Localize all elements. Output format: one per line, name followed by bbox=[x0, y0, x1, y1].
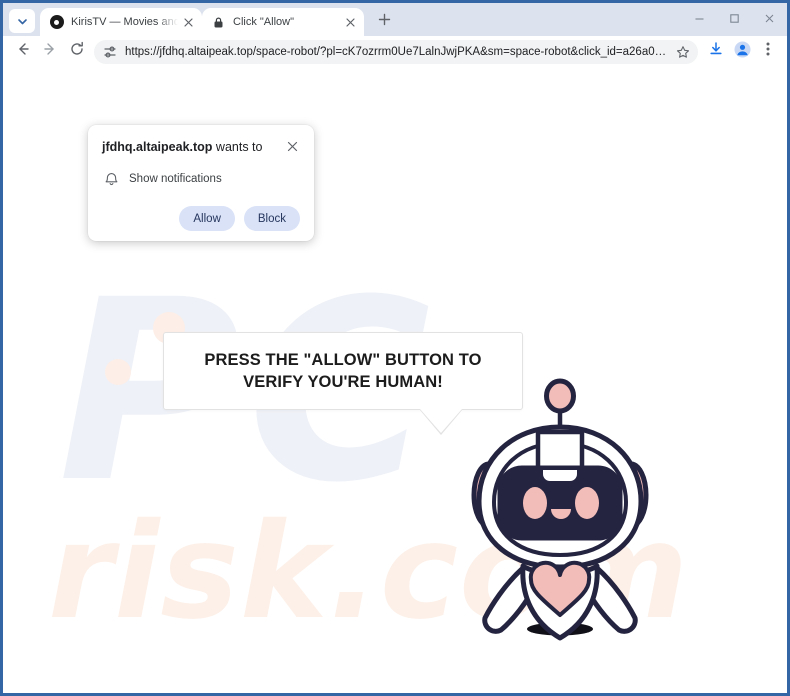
notification-permission-dialog: jfdhq.altaipeak.top wants to Show notifi… bbox=[88, 125, 314, 241]
bell-icon bbox=[102, 170, 120, 188]
browser-toolbar: https://jfdhq.altaipeak.top/space-robot/… bbox=[3, 36, 787, 67]
forward-arrow-icon bbox=[42, 41, 58, 62]
allow-button[interactable]: Allow bbox=[179, 206, 235, 231]
page-viewport: PC risk.com PRESS THE "ALLOW" BUTTON TO … bbox=[3, 67, 787, 693]
tab-title: Click "Allow" bbox=[233, 16, 294, 28]
maximize-button[interactable] bbox=[717, 3, 752, 34]
download-icon bbox=[708, 41, 724, 62]
profile-button[interactable] bbox=[729, 39, 755, 65]
three-dot-menu-icon bbox=[766, 41, 770, 62]
tab-click-allow[interactable]: Click "Allow" bbox=[202, 8, 364, 36]
circle-dot-icon bbox=[49, 15, 64, 30]
reload-icon bbox=[69, 41, 85, 62]
permission-dialog-actions: Allow Block bbox=[102, 206, 300, 231]
block-button[interactable]: Block bbox=[243, 206, 300, 231]
permission-dialog-header: jfdhq.altaipeak.top wants to bbox=[102, 139, 300, 156]
tab-close-button[interactable] bbox=[342, 14, 358, 30]
space-robot-mascot bbox=[465, 370, 655, 645]
browser-window: KirisTV — Movies and Series D Click "All… bbox=[0, 0, 790, 696]
reload-button[interactable] bbox=[63, 38, 90, 65]
tab-kiristv[interactable]: KirisTV — Movies and Series D bbox=[40, 8, 202, 36]
address-bar[interactable]: https://jfdhq.altaipeak.top/space-robot/… bbox=[94, 39, 698, 64]
chevron-down-icon bbox=[17, 16, 28, 27]
lock-icon bbox=[211, 15, 226, 30]
new-tab-button[interactable] bbox=[370, 8, 398, 36]
downloads-button[interactable] bbox=[703, 39, 729, 65]
tab-strip: KirisTV — Movies and Series D Click "All… bbox=[3, 3, 787, 36]
tab-close-button[interactable] bbox=[180, 14, 196, 30]
tab-title: KirisTV — Movies and Series D bbox=[71, 16, 178, 28]
browser-menu-button[interactable] bbox=[755, 39, 781, 65]
window-controls bbox=[682, 3, 787, 34]
star-icon[interactable] bbox=[672, 41, 694, 63]
back-arrow-icon bbox=[15, 41, 31, 62]
url-text[interactable]: https://jfdhq.altaipeak.top/space-robot/… bbox=[125, 46, 672, 58]
close-icon bbox=[287, 139, 298, 157]
permission-dialog-close-button[interactable] bbox=[284, 140, 300, 156]
permission-wants-to: wants to bbox=[212, 140, 263, 154]
plus-icon bbox=[378, 13, 391, 31]
back-button[interactable] bbox=[9, 38, 36, 65]
profile-avatar-icon bbox=[734, 41, 751, 63]
permission-dialog-title: jfdhq.altaipeak.top wants to bbox=[102, 139, 284, 156]
permission-origin: jfdhq.altaipeak.top bbox=[102, 140, 213, 154]
close-button[interactable] bbox=[752, 3, 787, 34]
speech-bubble-tail-inner bbox=[420, 409, 462, 433]
permission-label: Show notifications bbox=[129, 173, 222, 185]
forward-button[interactable] bbox=[36, 38, 63, 65]
watermark-dot bbox=[105, 359, 131, 385]
tune-sliders-icon[interactable] bbox=[100, 42, 120, 62]
tab-search-button[interactable] bbox=[9, 9, 35, 33]
minimize-button[interactable] bbox=[682, 3, 717, 34]
watermark-pcrisk-secondary: risk.com bbox=[48, 495, 690, 649]
permission-request-row: Show notifications bbox=[102, 170, 300, 188]
